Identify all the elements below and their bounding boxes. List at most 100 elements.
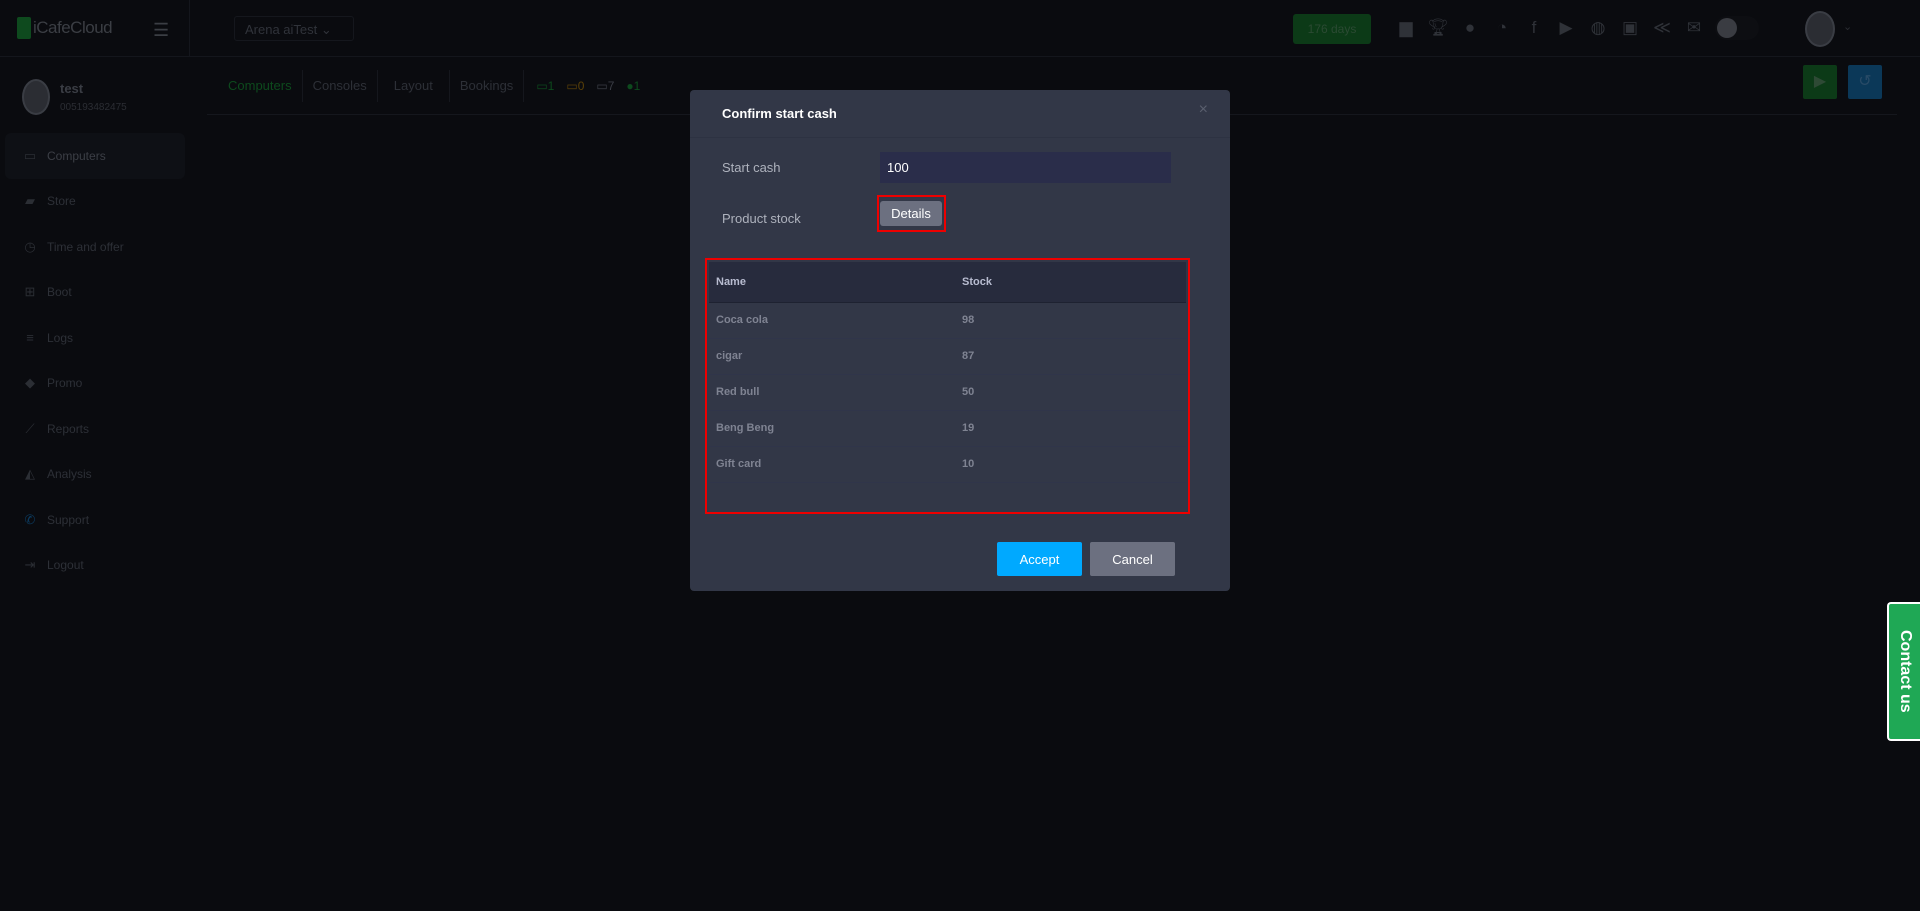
label: Logs xyxy=(47,330,74,345)
dialog-title: Confirm start cash xyxy=(690,90,1230,138)
cell: Gift card xyxy=(709,446,955,483)
sidebar-nav: ▭ Computers ▰ Store ◷ Time and offer ⊞ Boot … xyxy=(0,133,190,588)
logo-text: iCafeCloud xyxy=(33,18,113,37)
value: 7 xyxy=(607,79,615,93)
bag-icon: ▰ xyxy=(25,193,35,209)
avatar[interactable] xyxy=(1805,11,1835,47)
label: Analysis xyxy=(47,467,92,482)
busy-count: ▭0 xyxy=(566,79,585,93)
sidebar-item-promo[interactable]: ◆ Promo xyxy=(0,361,190,407)
contact-us-button[interactable]: Contact us xyxy=(1887,602,1920,741)
logo-mark-icon xyxy=(17,17,31,39)
table-row: Coca cola 98 xyxy=(709,302,1186,339)
tab-computers[interactable]: Computers xyxy=(218,70,303,102)
label: Store xyxy=(47,194,76,209)
sidebar-item-store[interactable]: ▰ Store xyxy=(0,179,190,225)
globe-icon[interactable]: ◍ xyxy=(1587,17,1609,39)
start-cash-label: Start cash xyxy=(722,160,781,175)
label: Promo xyxy=(47,376,83,391)
stock-table: Name Stock Coca cola 98 cigar 87 Red bull 50… xyxy=(709,262,1186,483)
member-count: ●1 xyxy=(626,79,641,93)
cell: 98 xyxy=(955,302,1186,339)
close-icon[interactable]: × xyxy=(1199,101,1208,119)
cell: 19 xyxy=(955,410,1186,447)
sidebar-item-logout[interactable]: ⇥ Logout xyxy=(0,543,190,589)
tag-icon: ◆ xyxy=(25,375,35,391)
tab-bookings[interactable]: Bookings xyxy=(450,70,525,102)
stock-table-container: Name Stock Coca cola 98 cigar 87 Red bull 50… xyxy=(705,258,1190,514)
start-cash-input[interactable] xyxy=(880,152,1171,183)
sidebar-item-time-and-offer[interactable]: ◷ Time and offer xyxy=(0,224,190,270)
mail-icon[interactable]: ✉ xyxy=(1683,17,1705,39)
area-chart-icon: ◭ xyxy=(25,466,35,482)
cell: Red bull xyxy=(709,374,955,411)
label: Reports xyxy=(47,421,90,436)
sidebar-item-reports[interactable]: ⟋ Reports xyxy=(0,406,190,452)
user-avatar xyxy=(22,79,50,115)
user-name: test xyxy=(60,81,84,96)
ranking-icon[interactable]: ▆ xyxy=(1395,17,1417,39)
label: Boot xyxy=(47,285,72,300)
column-name: Name xyxy=(709,262,955,303)
table-row: Beng Beng 19 xyxy=(709,410,1186,447)
cell: 50 xyxy=(955,374,1186,411)
facebook-icon[interactable]: f xyxy=(1523,17,1545,39)
cafe-name: Arena aiTest xyxy=(245,22,318,37)
column-stock: Stock xyxy=(955,262,1186,303)
sidebar-item-computers[interactable]: ▭ Computers xyxy=(5,133,185,179)
sidebar: test 005193482475 ▭ Computers ▰ Store ◷ Time… xyxy=(0,57,190,911)
offline-count: ▭7 xyxy=(596,79,615,93)
users-icon[interactable]: ● xyxy=(1459,17,1481,39)
label: Time and offer xyxy=(47,239,124,254)
sidebar-item-support[interactable]: ✆ Support xyxy=(0,497,190,543)
table-row: Red bull 50 xyxy=(709,374,1186,411)
cancel-button[interactable]: Cancel xyxy=(1090,542,1175,576)
value: 0 xyxy=(577,79,585,93)
label: Computers xyxy=(47,148,106,163)
windows-icon: ⊞ xyxy=(24,284,36,300)
cell: Beng Beng xyxy=(709,410,955,447)
menu-icon[interactable]: ☰ xyxy=(153,20,169,41)
cell: cigar xyxy=(709,338,955,375)
logo[interactable]: iCafeCloud xyxy=(17,17,113,39)
icafe-icon[interactable]: ▣ xyxy=(1619,17,1641,39)
accept-button[interactable]: Accept xyxy=(997,542,1082,576)
chevron-down-icon[interactable]: ⌄ xyxy=(1843,20,1852,33)
rss-icon[interactable]: ◔ xyxy=(1491,17,1513,39)
brand-icon[interactable]: ≪ xyxy=(1651,17,1673,39)
details-button[interactable]: Details xyxy=(880,201,942,226)
sidebar-item-logs[interactable]: ≡ Logs xyxy=(0,315,190,361)
start-button[interactable]: ▶ xyxy=(1803,65,1837,99)
list-icon: ≡ xyxy=(26,329,34,345)
cell: 10 xyxy=(955,446,1186,483)
chevron-down-icon: ⌄ xyxy=(320,22,332,37)
chart-icon: ⟋ xyxy=(25,420,35,436)
tabs: Computers Consoles Layout Bookings ▭1 ▭0… xyxy=(218,70,640,102)
label: Support xyxy=(47,512,90,527)
header-icons: ▆ 🏆︎ ● ◔ f ▶ ◍ ▣ ≪ ✉ xyxy=(1395,16,1759,40)
theme-toggle[interactable] xyxy=(1715,16,1759,40)
table-row: cigar 87 xyxy=(709,338,1186,375)
divider xyxy=(189,0,190,57)
user-info: test 005193482475 xyxy=(22,79,127,115)
phone-icon: ✆ xyxy=(24,511,36,527)
cafe-selector[interactable]: Arena aiTest ⌄ xyxy=(234,16,354,41)
cell: Coca cola xyxy=(709,302,955,339)
sidebar-item-analysis[interactable]: ◭ Analysis xyxy=(0,452,190,498)
tab-layout[interactable]: Layout xyxy=(378,70,450,102)
label: Logout xyxy=(47,558,84,573)
logout-icon: ⇥ xyxy=(24,557,36,573)
tab-consoles[interactable]: Consoles xyxy=(303,70,378,102)
license-days-badge[interactable]: 176 days xyxy=(1293,14,1371,44)
top-bar: iCafeCloud ☰ Arena aiTest ⌄ 176 days ▆ 🏆… xyxy=(0,0,1920,57)
online-count: ▭1 xyxy=(536,79,555,93)
value: 1 xyxy=(547,79,555,93)
youtube-icon[interactable]: ▶ xyxy=(1555,17,1577,39)
table-row: Gift card 10 xyxy=(709,446,1186,483)
monitor-icon: ▭ xyxy=(23,147,37,163)
history-button[interactable]: ↺ xyxy=(1848,65,1882,99)
sidebar-item-boot[interactable]: ⊞ Boot xyxy=(0,270,190,316)
trophy-icon[interactable]: 🏆︎ xyxy=(1427,17,1449,39)
product-stock-label: Product stock xyxy=(722,211,801,226)
confirm-start-cash-dialog: Confirm start cash × Start cash Product … xyxy=(690,90,1230,591)
